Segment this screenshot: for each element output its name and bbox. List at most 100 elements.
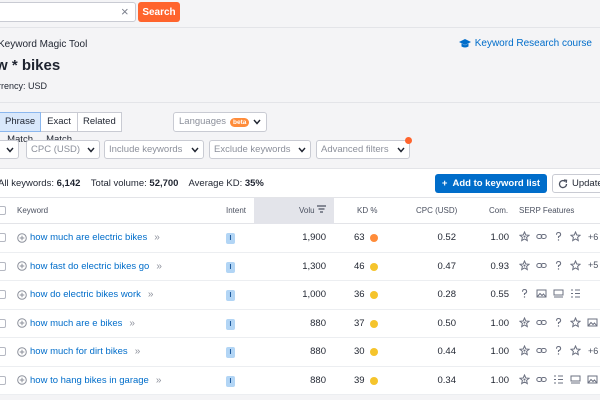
cpc-value: 0.47 bbox=[437, 260, 457, 272]
column-serp-features[interactable]: SERP Features bbox=[519, 198, 574, 224]
keyword-research-course-link[interactable]: Keyword Research course bbox=[458, 38, 592, 49]
advanced-filters-label: Advanced filters bbox=[321, 144, 389, 155]
competition-value: 1.00 bbox=[490, 232, 510, 243]
competition-value: 1.00 bbox=[490, 346, 510, 357]
kd-difficulty-dot bbox=[370, 319, 378, 328]
serp-more-count[interactable]: +6 bbox=[588, 346, 598, 356]
keyword-link[interactable]: how do electric bikes work bbox=[30, 289, 141, 300]
image-icon bbox=[536, 289, 547, 298]
total-volume-value: 52,700 bbox=[149, 178, 179, 189]
exclude-keywords-label: Exclude keywords bbox=[214, 144, 291, 155]
kd-difficulty-dot bbox=[370, 262, 378, 271]
column-volume[interactable]: Volu bbox=[299, 198, 326, 224]
include-keywords-dropdown[interactable]: Include keywords bbox=[104, 140, 204, 159]
table-row: how to hang bikes in garage » I 880 39 0… bbox=[0, 367, 600, 395]
serp-features-cell: +3 bbox=[519, 373, 600, 385]
add-circle-icon[interactable] bbox=[17, 261, 27, 271]
intent-badge: I bbox=[226, 347, 235, 358]
star-icon bbox=[570, 345, 581, 356]
advanced-filters-dropdown[interactable]: Advanced filters bbox=[316, 140, 410, 159]
select-all-checkbox[interactable] bbox=[0, 206, 6, 215]
add-circle-icon[interactable] bbox=[17, 318, 27, 328]
tab-phrase-match[interactable]: Phrase Match bbox=[0, 112, 42, 145]
keyword-link[interactable]: how to hang bikes in garage bbox=[30, 375, 149, 386]
kd-difficulty-dot bbox=[370, 291, 378, 299]
row-checkbox[interactable] bbox=[0, 290, 6, 299]
add-to-keyword-list-button[interactable]: + Add to keyword list bbox=[435, 174, 547, 193]
star-outline-icon bbox=[519, 316, 530, 328]
chevron-down-icon bbox=[298, 147, 306, 153]
question-icon bbox=[555, 231, 562, 241]
keyword-cell[interactable]: how fast do electric bikes go » bbox=[17, 261, 162, 272]
keyword-cell[interactable]: how much are electric bikes » bbox=[17, 232, 160, 243]
total-volume-label: Total volume: bbox=[90, 178, 147, 189]
star-outline-icon bbox=[519, 373, 530, 385]
add-circle-icon[interactable] bbox=[17, 375, 27, 385]
search-input[interactable] bbox=[0, 2, 136, 22]
cpc-value: 0.50 bbox=[437, 317, 457, 329]
keyword-cell[interactable]: how to hang bikes in garage » bbox=[17, 375, 161, 386]
languages-label: Languages bbox=[179, 116, 227, 127]
volume-value: 1,300 bbox=[302, 260, 326, 272]
chevron-down-icon bbox=[6, 147, 14, 153]
volume-value: 880 bbox=[310, 374, 326, 386]
keywords-table: Keyword Intent Volu KD % CPC (USD) Com. … bbox=[0, 198, 600, 395]
row-checkbox[interactable] bbox=[0, 233, 6, 242]
list-icon bbox=[554, 374, 563, 384]
keyword-cell[interactable]: how much are e bikes » bbox=[17, 318, 135, 329]
keyword-link[interactable]: how much are e bikes bbox=[30, 318, 122, 329]
keyword-expand-icon[interactable]: » bbox=[129, 318, 134, 329]
row-checkbox[interactable] bbox=[0, 347, 6, 356]
row-checkbox[interactable] bbox=[0, 318, 6, 328]
star-icon bbox=[570, 231, 581, 242]
match-type-tabs: Phrase Match Exact Match Related bbox=[0, 112, 122, 145]
serp-features-cell: +6 bbox=[519, 231, 598, 242]
cpc-filter-dropdown[interactable]: CPC (USD) bbox=[26, 140, 100, 159]
link-icon bbox=[536, 234, 547, 239]
all-keywords-label: All keywords: bbox=[0, 178, 54, 189]
column-keyword[interactable]: Keyword bbox=[17, 198, 48, 224]
keyword-cell[interactable]: how do electric bikes work » bbox=[17, 289, 153, 300]
currency-label: rrency: USD bbox=[0, 81, 48, 91]
add-to-keyword-list-label: Add to keyword list bbox=[452, 178, 541, 189]
row-checkbox[interactable] bbox=[0, 261, 6, 271]
keyword-link[interactable]: how much are electric bikes bbox=[30, 232, 147, 243]
languages-dropdown[interactable]: Languages beta bbox=[173, 112, 268, 132]
search-button[interactable]: Search bbox=[138, 2, 180, 22]
keyword-expand-icon[interactable]: » bbox=[156, 375, 161, 386]
star-outline-icon bbox=[519, 259, 530, 271]
keyword-link[interactable]: how fast do electric bikes go bbox=[30, 261, 149, 272]
chevron-down-icon bbox=[87, 147, 95, 153]
column-com[interactable]: Com. bbox=[489, 198, 508, 224]
keyword-expand-icon[interactable]: » bbox=[156, 261, 161, 272]
close-icon[interactable]: × bbox=[121, 5, 129, 18]
tab-exact-match[interactable]: Exact Match bbox=[41, 112, 78, 145]
row-checkbox[interactable] bbox=[0, 375, 6, 385]
question-icon bbox=[555, 345, 562, 355]
volume-filter-dropdown[interactable] bbox=[0, 140, 19, 159]
update-button[interactable]: Update bbox=[552, 174, 600, 193]
intent-badge: I bbox=[226, 375, 235, 387]
serp-more-count[interactable]: +5 bbox=[588, 260, 598, 270]
column-cpc[interactable]: CPC (USD) bbox=[416, 198, 457, 224]
add-circle-icon[interactable] bbox=[17, 289, 27, 300]
exclude-keywords-dropdown[interactable]: Exclude keywords bbox=[209, 140, 311, 159]
tab-related[interactable]: Related bbox=[77, 112, 122, 132]
column-kd[interactable]: KD % bbox=[357, 198, 377, 224]
table-body: how much are electric bikes » I 1,900 63… bbox=[0, 224, 600, 395]
serp-features-cell: +5 bbox=[519, 316, 600, 328]
keyword-cell[interactable]: how much for dirt bikes » bbox=[17, 346, 140, 357]
intent-badge: I bbox=[226, 290, 235, 301]
add-circle-icon[interactable] bbox=[17, 346, 27, 357]
column-intent[interactable]: Intent bbox=[226, 198, 246, 224]
keyword-expand-icon[interactable]: » bbox=[135, 346, 140, 357]
keyword-expand-icon[interactable]: » bbox=[154, 232, 159, 243]
keyword-link[interactable]: how much for dirt bikes bbox=[30, 346, 128, 357]
chevron-down-icon bbox=[191, 147, 199, 153]
keyword-expand-icon[interactable]: » bbox=[148, 289, 153, 300]
serp-more-count[interactable]: +6 bbox=[588, 232, 598, 242]
add-circle-icon[interactable] bbox=[17, 232, 27, 243]
image-icon bbox=[587, 318, 598, 326]
breadcrumb[interactable]: Keyword Magic Tool bbox=[0, 39, 87, 50]
video-icon bbox=[553, 289, 564, 298]
